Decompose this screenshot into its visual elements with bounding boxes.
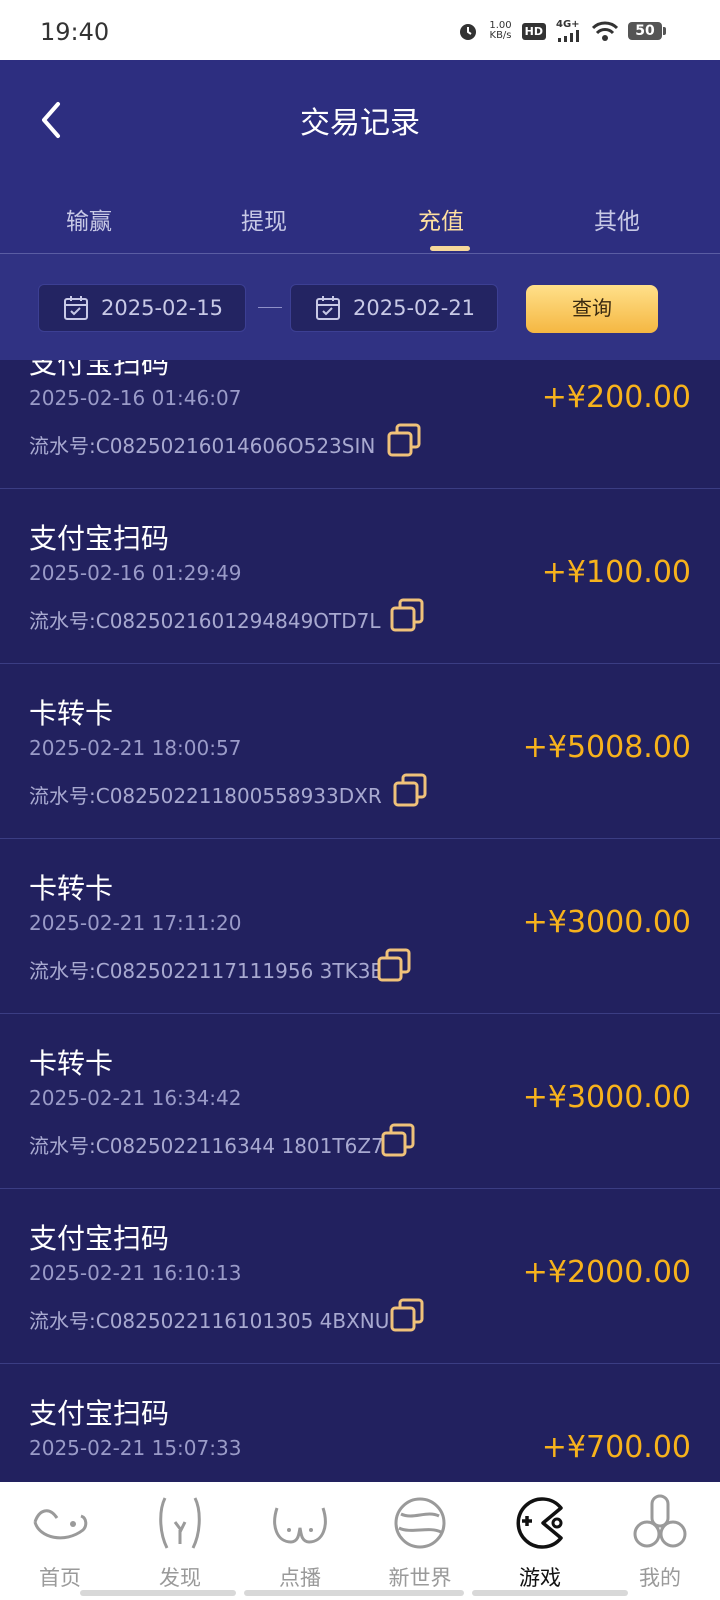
list-item: 支付宝扫码 2025-02-21 15:07:33 +¥700.00 bbox=[0, 1364, 720, 1482]
record-serial: 流水号:C0825021601294849OTD7L bbox=[29, 609, 381, 633]
record-type: 支付宝扫码 bbox=[29, 522, 170, 555]
wifi-icon bbox=[592, 21, 618, 41]
record-amount: +¥3000.00 bbox=[522, 1080, 691, 1115]
nav-item-vod[interactable]: 点播 bbox=[240, 1492, 360, 1592]
game-icon bbox=[516, 1497, 563, 1549]
filter-bar: 2025-02-15 2025-02-21 查询 bbox=[0, 254, 720, 360]
copy-icon[interactable] bbox=[374, 946, 414, 986]
nav-item-profile[interactable]: 我的 bbox=[600, 1492, 720, 1592]
query-button[interactable]: 查询 bbox=[526, 285, 658, 333]
end-date-picker[interactable]: 2025-02-21 bbox=[290, 284, 498, 332]
gesture-bar-segment bbox=[244, 1590, 464, 1596]
nav-item-home[interactable]: 首页 bbox=[0, 1492, 120, 1592]
nav-label: 首页 bbox=[39, 1566, 81, 1590]
network-type: 4G+ bbox=[556, 19, 580, 30]
record-amount: +¥200.00 bbox=[541, 380, 691, 415]
record-type: 支付宝扫码 bbox=[29, 1397, 170, 1430]
record-type: 卡转卡 bbox=[29, 872, 114, 905]
planet-icon bbox=[394, 1497, 446, 1549]
end-date: 2025-02-21 bbox=[353, 296, 476, 320]
record-time: 2025-02-16 01:29:49 bbox=[29, 561, 242, 585]
nav-label: 发现 bbox=[159, 1566, 201, 1590]
start-date-picker[interactable]: 2025-02-15 bbox=[38, 284, 246, 332]
list-item: 卡转卡 2025-02-21 16:34:42 流水号:C08250221163… bbox=[0, 1014, 720, 1189]
hd-icon: HD bbox=[521, 22, 546, 40]
signal-icon: 4G+ bbox=[556, 20, 582, 42]
tab-recharge[interactable]: 充值 bbox=[381, 202, 501, 236]
status-icons: 1.00 KB/s HD 4G+ 50 bbox=[457, 20, 666, 42]
tab-other[interactable]: 其他 bbox=[557, 202, 677, 236]
status-bar: 19:40 1.00 KB/s HD 4G+ 50 bbox=[0, 0, 720, 60]
alarm-icon bbox=[460, 24, 477, 40]
nav-label: 游戏 bbox=[519, 1566, 561, 1590]
record-amount: +¥700.00 bbox=[541, 1430, 691, 1465]
calendar-icon bbox=[64, 296, 88, 320]
net-speed: 1.00 KB/s bbox=[489, 21, 511, 41]
date-separator bbox=[258, 307, 282, 308]
gesture-bar-segment bbox=[472, 1590, 628, 1596]
nav-item-discover[interactable]: 发现 bbox=[120, 1492, 240, 1592]
record-type: 卡转卡 bbox=[29, 697, 114, 730]
profile-icon bbox=[633, 1494, 687, 1548]
tab-active-indicator bbox=[430, 246, 470, 251]
list-item: 卡转卡 2025-02-21 17:11:20 流水号:C08250221171… bbox=[0, 839, 720, 1014]
copy-icon[interactable] bbox=[384, 421, 424, 461]
tab-withdraw[interactable]: 提现 bbox=[204, 202, 324, 236]
record-serial: 流水号:C0825022116101305 4BXNU bbox=[29, 1309, 390, 1333]
start-date: 2025-02-15 bbox=[101, 296, 224, 320]
record-type: 支付宝扫码 bbox=[29, 360, 170, 380]
copy-icon[interactable] bbox=[387, 596, 427, 636]
record-time: 2025-02-21 16:10:13 bbox=[29, 1261, 242, 1285]
record-type: 卡转卡 bbox=[29, 1047, 114, 1080]
copy-icon[interactable] bbox=[387, 1296, 427, 1336]
discover-icon bbox=[159, 1497, 201, 1549]
calendar-icon bbox=[316, 296, 340, 320]
list-item: 卡转卡 2025-02-21 18:00:57 流水号:C08250221180… bbox=[0, 664, 720, 839]
nav-label: 我的 bbox=[639, 1566, 681, 1590]
battery-icon: 50 bbox=[628, 22, 666, 40]
list-item: 支付宝扫码 2025-02-16 01:29:49 流水号:C082502160… bbox=[0, 489, 720, 664]
record-type: 支付宝扫码 bbox=[29, 1222, 170, 1255]
record-serial: 流水号:C082502211800558933DXR bbox=[29, 784, 382, 808]
copy-icon[interactable] bbox=[378, 1121, 418, 1161]
nav-label: 新世界 bbox=[388, 1566, 452, 1590]
record-amount: +¥5008.00 bbox=[522, 730, 691, 765]
bottom-nav: 首页 发现 点播 新世界 游戏 我的 bbox=[0, 1482, 720, 1600]
nav-item-game[interactable]: 游戏 bbox=[480, 1492, 600, 1592]
record-amount: +¥100.00 bbox=[541, 555, 691, 590]
record-serial: 流水号:C08250216014606O523SIN bbox=[29, 434, 376, 458]
record-serial: 流水号:C0825022116344 1801T6Z7 bbox=[29, 1134, 384, 1158]
tab-bar: 输赢 提现 充值 其他 bbox=[0, 180, 720, 254]
nav-item-new-world[interactable]: 新世界 bbox=[360, 1492, 480, 1592]
copy-icon[interactable] bbox=[390, 771, 430, 811]
list-item: 支付宝扫码 2025-02-16 01:46:07 流水号:C082502160… bbox=[0, 360, 720, 489]
record-time: 2025-02-21 16:34:42 bbox=[29, 1086, 242, 1110]
record-time: 2025-02-21 15:07:33 bbox=[29, 1436, 242, 1460]
record-amount: +¥3000.00 bbox=[522, 905, 691, 940]
page-title: 交易记录 bbox=[300, 106, 420, 141]
home-icon bbox=[33, 1509, 88, 1540]
record-serial: 流水号:C0825022117111956 3TK3E bbox=[29, 959, 384, 983]
gesture-bar-segment bbox=[80, 1590, 236, 1596]
status-time: 19:40 bbox=[40, 18, 110, 46]
net-speed-unit: KB/s bbox=[489, 30, 512, 41]
record-time: 2025-02-21 18:00:57 bbox=[29, 736, 242, 760]
tab-win-loss[interactable]: 输赢 bbox=[29, 202, 149, 236]
record-time: 2025-02-16 01:46:07 bbox=[29, 386, 242, 410]
record-amount: +¥2000.00 bbox=[522, 1255, 691, 1290]
transaction-list[interactable]: 支付宝扫码 2025-02-16 01:46:07 流水号:C082502160… bbox=[0, 360, 720, 1482]
nav-label: 点播 bbox=[279, 1566, 321, 1590]
vod-icon bbox=[273, 1507, 327, 1544]
record-time: 2025-02-21 17:11:20 bbox=[29, 911, 242, 935]
list-item: 支付宝扫码 2025-02-21 16:10:13 流水号:C082502211… bbox=[0, 1189, 720, 1364]
